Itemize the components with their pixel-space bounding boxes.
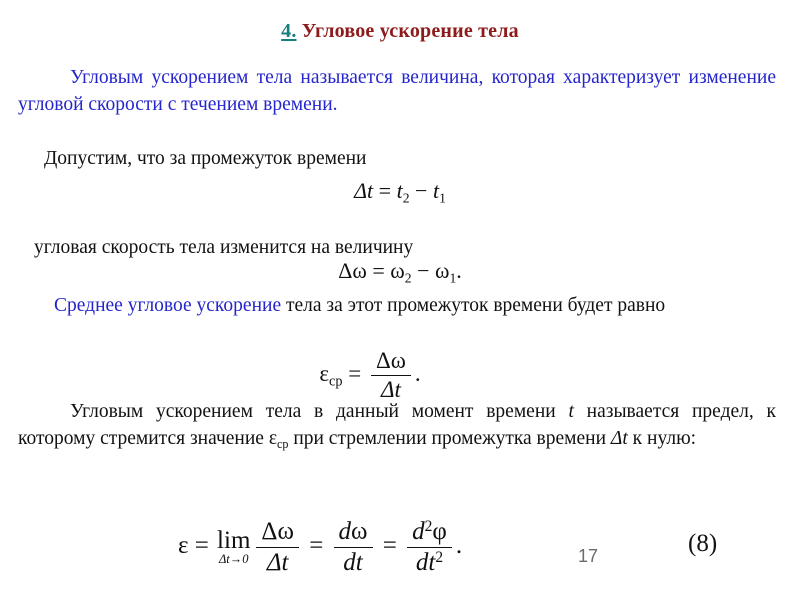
equation-instant-frac3-d: d — [412, 518, 425, 546]
equation-delta-t-t1-subscript: 1 — [439, 190, 446, 206]
equation-instantaneous-epsilon: ε = lim Δt→0 Δω Δt = dω dt = d2φ dt2. — [0, 518, 800, 577]
equation-instant-limit-operator: lim Δt→0 — [217, 528, 250, 567]
equation-average-epsilon-numerator: Δω — [370, 348, 411, 376]
equation-average-epsilon: εср = Δω Δt. — [0, 348, 800, 403]
paragraph-definition-intro: Угловым ускорением тела называется велич… — [18, 67, 776, 115]
equation-instant-equals-1: = — [188, 532, 216, 560]
paragraph-limit-part4: к нулю: — [627, 428, 697, 449]
equation-instant-limit-label: lim — [217, 527, 251, 555]
equation-delta-omega-w1: ω — [434, 258, 450, 283]
paragraph-assume-line: Допустим, что за промежуток времени — [44, 148, 367, 169]
equation-delta-t-equals: = — [373, 178, 397, 203]
equation-average-epsilon-fraction: Δω Δt — [370, 348, 411, 403]
equation-instant-fraction-2: dω dt — [333, 518, 373, 577]
equation-instant-frac3-numerator: d2φ — [407, 518, 452, 549]
paragraph-limit-epsilon: ε — [268, 428, 278, 449]
equation-delta-t-lhs-delta: Δ — [354, 178, 368, 203]
equation-delta-omega-minus: − — [411, 258, 435, 283]
equation-average-epsilon-symbol: ε — [319, 360, 330, 386]
equation-instant-frac1-numerator: Δω — [256, 518, 299, 549]
equation-average-epsilon-equals: = — [342, 360, 367, 386]
paragraph-average-lead-highlight: Среднее угловое ускорение — [54, 295, 282, 316]
paragraph-average-lead-rest: тела за этот промежуток времени будет ра… — [281, 295, 666, 316]
equation-instant-fraction-1: Δω Δt — [256, 518, 299, 577]
equation-instant-frac2-numerator: dω — [333, 518, 373, 549]
equation-delta-omega-equals: = — [366, 258, 391, 283]
page-number: 17 — [578, 546, 599, 566]
equation-instant-frac2-denominator: dt — [343, 549, 363, 577]
page-title: 4. Угловое ускорение тела — [0, 20, 800, 43]
title-section-number: 4. — [281, 20, 297, 42]
equation-delta-t-minus: − — [409, 178, 433, 203]
equation-instant-equals-2: = — [302, 532, 330, 560]
paragraph-omega-change-line: угловая скорость тела изменится на велич… — [34, 237, 414, 258]
equation-delta-t: Δt = t2 − t1 — [0, 178, 800, 206]
equation-delta-omega-w2: ω — [390, 258, 405, 283]
equation-instant-frac2-omega: ω — [351, 518, 368, 546]
equation-instant-frac3-den-superscript: 2 — [435, 549, 444, 567]
equation-delta-t-t2-subscript: 2 — [402, 190, 410, 206]
equation-average-epsilon-subscript: ср — [329, 373, 343, 390]
paragraph-average-lead: Среднее угловое ускорение тела за этот п… — [18, 292, 776, 319]
equation-instant-fraction-3: d2φ dt2 — [407, 518, 452, 577]
paragraph-limit-part3: при стремлении промежутка времени — [288, 428, 611, 449]
equation-delta-omega-lhs-delta: Δ — [338, 258, 353, 283]
equation-instant-frac1-denominator: Δt — [266, 549, 289, 577]
equation-instant-frac2-d: d — [338, 518, 352, 546]
equation-delta-omega-period: . — [456, 258, 462, 283]
equation-instant-epsilon-symbol: ε — [177, 532, 189, 560]
equation-instant-equals-3: = — [376, 532, 404, 560]
equation-delta-omega-lhs-var: ω — [352, 258, 367, 283]
equation-instant-frac3-dt: dt — [415, 549, 436, 577]
equation-delta-omega: Δω = ω2 − ω1. — [0, 258, 800, 286]
paragraph-limit-epsilon-subscript: ср — [277, 436, 289, 451]
title-section-text: Угловое ускорение тела — [296, 20, 519, 42]
equation-instant-frac3-denominator: dt2 — [407, 548, 452, 577]
equation-instant-frac3-phi: φ — [432, 518, 447, 546]
equation-instant-period: . — [455, 532, 463, 560]
equation-average-epsilon-period: . — [414, 360, 421, 386]
equation-instant-limit-subscript: Δt→0 — [218, 552, 249, 567]
paragraph-limit-definition: Угловым ускорением тела в данный момент … — [18, 398, 776, 458]
slide-canvas: 4. Угловое ускорение тела Угловым ускоре… — [0, 0, 800, 600]
equation-delta-omega-w2-subscript: 2 — [404, 270, 412, 286]
paragraph-limit-delta-t: Δt — [610, 428, 628, 449]
paragraph-limit-part1: Угловым ускорением тела в данный момент … — [70, 401, 569, 422]
equation-number-label: (8) — [688, 530, 718, 557]
